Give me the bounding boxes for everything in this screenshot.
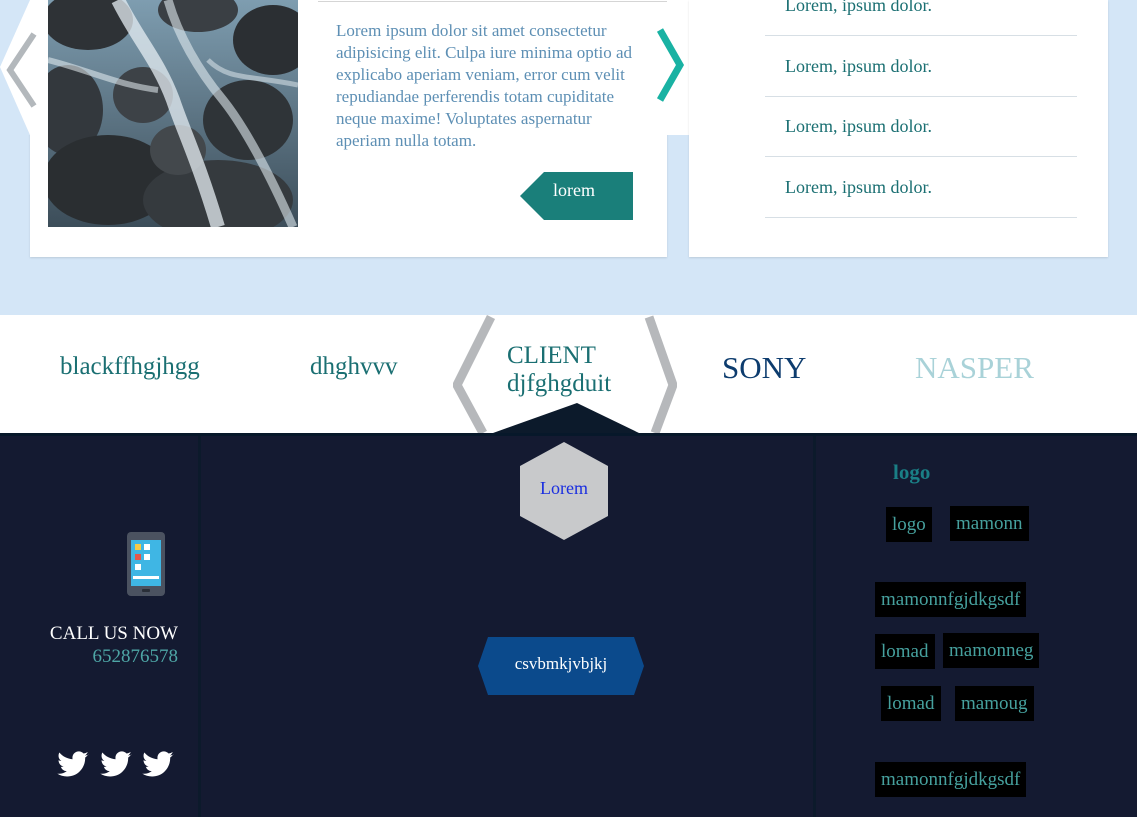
client-logo-nasper[interactable]: NASPER [915, 350, 1034, 386]
list-item[interactable]: Lorem, ipsum dolor. [765, 0, 1077, 36]
footer-logo-heading: logo [893, 460, 931, 484]
tag-link[interactable]: mamoug [955, 686, 1034, 721]
client-logo[interactable]: dhghvvv [310, 353, 398, 381]
tag-link[interactable]: lomad [875, 634, 935, 669]
tag-link[interactable]: logo [886, 507, 932, 542]
client-logo[interactable]: blackffhgjhgg [60, 353, 200, 381]
link-list-card: Lorem, ipsum dolor. Lorem, ipsum dolor. … [689, 0, 1108, 257]
slide-card: Lorem ipsum dolor sit amet consectetur a… [30, 0, 667, 257]
contact-column: CALL US NOW 652876578 [0, 436, 196, 817]
client-highlight[interactable]: CLIENT djfghgduit [453, 315, 677, 433]
slide-photo [48, 0, 298, 227]
hexagon-button-label: csvbmkjvbjkj [514, 654, 608, 673]
top-section: Lorem ipsum dolor sit amet consectetur a… [0, 0, 1137, 315]
lorem-button-label: lorem [553, 180, 595, 200]
list-item[interactable]: Lorem, ipsum dolor. [765, 157, 1077, 218]
call-us-title: CALL US NOW [49, 623, 178, 644]
client-logo-sony[interactable]: SONY [722, 350, 806, 386]
divider [318, 1, 667, 2]
slide-description: Lorem ipsum dolor sit amet consectetur a… [336, 21, 633, 150]
clients-strip: blackffhgjhgg dhghvvv SONY NASPER CLIENT… [0, 315, 1137, 433]
phone-number[interactable]: 652876578 [93, 646, 179, 668]
twitter-icon[interactable] [56, 748, 90, 782]
tag-link[interactable]: mamonn [950, 506, 1029, 541]
twitter-icon[interactable] [141, 748, 175, 782]
tag-link[interactable]: mamonnfgjdkgsdf [875, 582, 1027, 617]
list-item[interactable]: Lorem, ipsum dolor. [765, 36, 1077, 97]
hexagon-badge[interactable]: Lorem [517, 440, 611, 540]
footer: CALL US NOW 652876578 Lorem csvbmkjvbjkj… [0, 433, 1137, 817]
tag-link[interactable]: mamonnfgjdkgsdf [875, 762, 1027, 797]
footer-links-column: logo logo mamonn mamonnfgjdkgsdf lomad m… [813, 436, 1137, 817]
lorem-button[interactable]: lorem [520, 172, 633, 220]
tag-link[interactable]: lomad [881, 686, 941, 721]
list-item[interactable]: Lorem, ipsum dolor. [765, 96, 1077, 157]
twitter-icon[interactable] [99, 748, 133, 782]
tag-link[interactable]: mamonneg [943, 633, 1040, 668]
footer-middle-column: Lorem csvbmkjvbjkj [198, 436, 816, 817]
client-center-label: CLIENT djfghgduit [507, 342, 612, 397]
hexagon-button[interactable]: csvbmkjvbjkj [478, 635, 644, 697]
hexagon-label: Lorem [540, 478, 588, 498]
smartphone-icon [127, 532, 165, 596]
prev-slide-button[interactable] [0, 0, 40, 135]
